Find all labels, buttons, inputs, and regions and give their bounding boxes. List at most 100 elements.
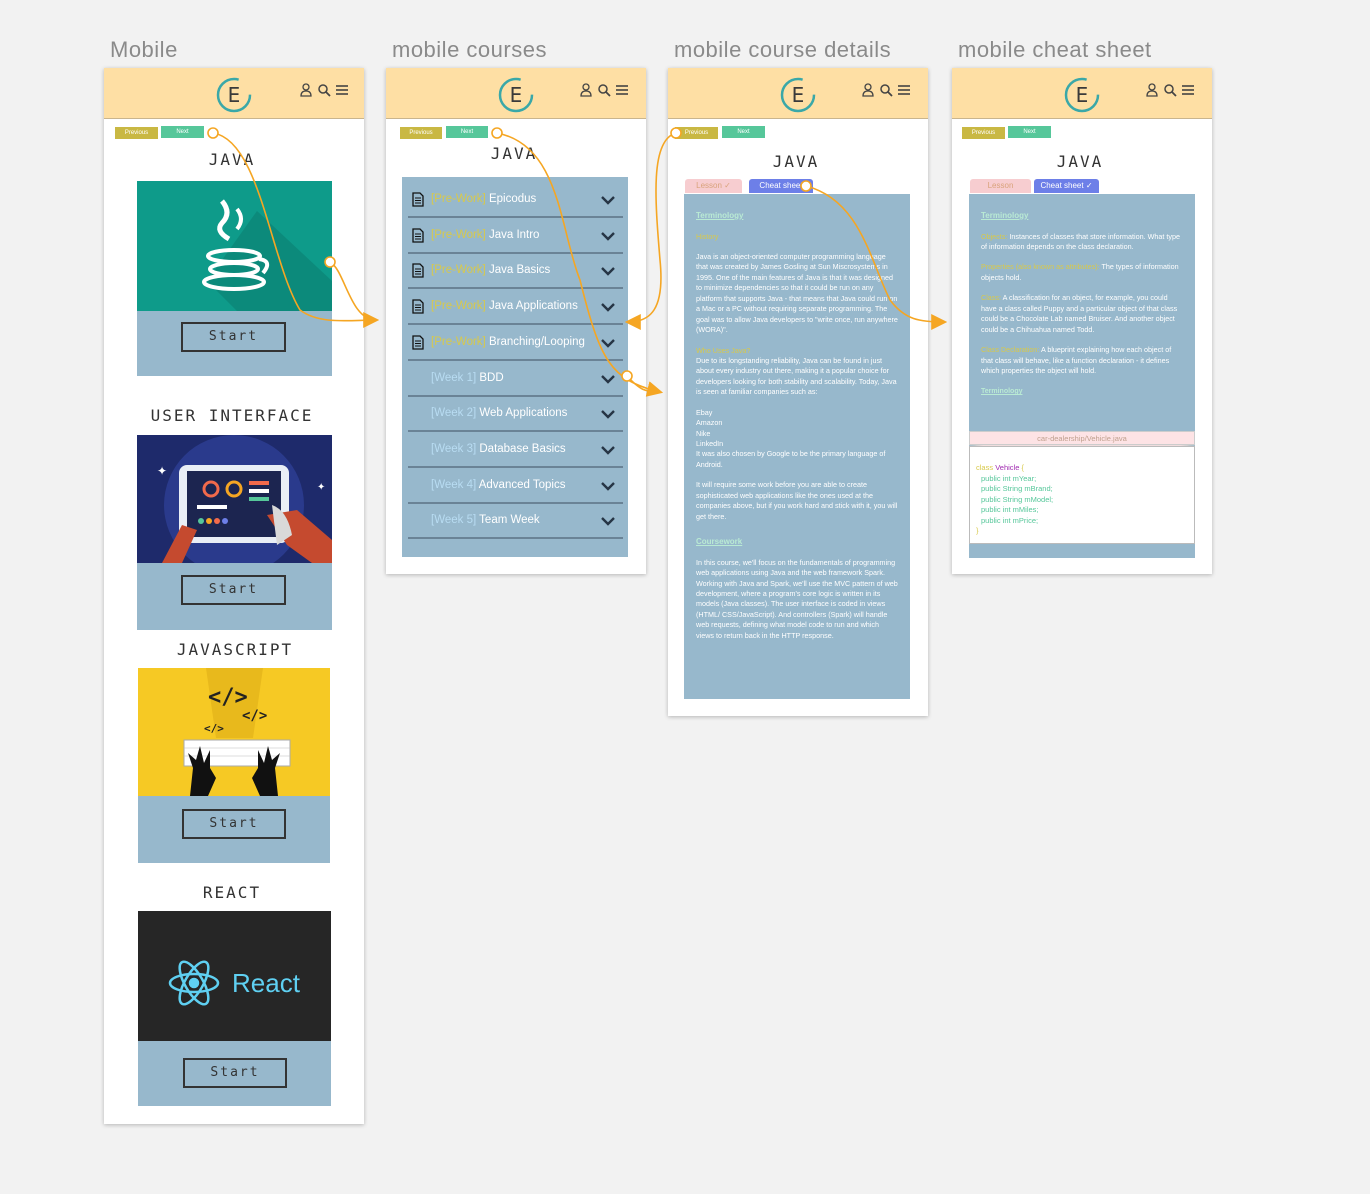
logo-icon[interactable]: E: [780, 77, 816, 113]
previous-button[interactable]: Previous: [400, 127, 442, 139]
user-icon[interactable]: [861, 83, 875, 97]
course-item-tag: [Week 1]: [431, 371, 477, 384]
tab-lesson[interactable]: Lesson ✓: [685, 179, 742, 193]
check-icon: ✓: [724, 181, 731, 190]
logo-icon[interactable]: E: [1064, 77, 1100, 113]
course-item-label: [Week 3] Database Basics: [431, 443, 566, 455]
code-file-header[interactable]: car-dealership/Vehicle.java: [969, 431, 1195, 445]
svg-text:</>: </>: [242, 708, 267, 724]
java-card-image[interactable]: [137, 181, 332, 311]
chevron-down-icon[interactable]: [601, 374, 615, 384]
ui-card-image[interactable]: ✦ ✦: [137, 435, 332, 563]
term-name: Objects:: [981, 231, 1008, 241]
lesson-content: Terminology History Java is an object-or…: [684, 194, 910, 699]
previous-button[interactable]: Previous: [115, 127, 158, 139]
chevron-down-icon[interactable]: [601, 446, 615, 455]
term-name: Class:: [981, 293, 1001, 303]
company-item: LinkedIn: [696, 439, 724, 449]
code-line: public String mBrand;: [981, 484, 1053, 493]
java-start-button[interactable]: Start: [181, 322, 286, 352]
artboard-details: E Previous Next JAVA Lesson ✓ Cheat shee…: [668, 68, 928, 716]
user-icon[interactable]: [1145, 83, 1159, 97]
course-item-name: Branching/Looping: [488, 335, 585, 348]
search-icon[interactable]: [317, 83, 331, 97]
course-item-tag: [Week 3]: [431, 442, 477, 455]
previous-button[interactable]: Previous: [675, 127, 718, 139]
svg-text:✦: ✦: [157, 464, 167, 478]
course-item-name: Web Applications: [479, 407, 568, 420]
check-icon: ✓: [1085, 181, 1093, 190]
chevron-down-icon[interactable]: [601, 410, 615, 419]
menu-icon[interactable]: [335, 83, 349, 97]
logo-icon[interactable]: E: [498, 77, 534, 113]
next-button[interactable]: Next: [446, 126, 488, 138]
coursework-text: In this course, we'll focus on the funda…: [696, 557, 898, 640]
course-item-tag: [Pre-Work]: [431, 228, 486, 241]
course-list-item[interactable]: [Week 1] BDD: [408, 362, 623, 397]
react-card-image[interactable]: React: [138, 911, 331, 1041]
course-list-item[interactable]: [Pre-Work] Java Applications: [408, 290, 623, 326]
course-list-item[interactable]: [Week 4] Advanced Topics: [408, 469, 623, 504]
document-icon: [412, 263, 424, 279]
course-list-item[interactable]: [Week 2] Web Applications: [408, 397, 623, 433]
course-item-tag: [Pre-Work]: [431, 264, 486, 277]
work-text: It will require some work before you are…: [696, 480, 898, 521]
code-line: public int mMiles;: [981, 505, 1039, 514]
terminology-link[interactable]: Terminology: [696, 211, 743, 220]
tab-cheat-sheet[interactable]: Cheat sheet: [749, 179, 813, 193]
course-list-item[interactable]: [Pre-Work] Java Intro: [408, 219, 623, 254]
tab-lesson[interactable]: Lesson: [970, 179, 1031, 193]
frame-title-cheatsheet: mobile cheat sheet: [958, 37, 1152, 62]
next-button[interactable]: Next: [161, 126, 204, 138]
previous-button[interactable]: Previous: [962, 127, 1005, 139]
term-item: Class Declaration: A blueprint explainin…: [981, 345, 1183, 376]
javascript-start-button[interactable]: Start: [182, 809, 286, 839]
frame-title-courses: mobile courses: [392, 37, 547, 62]
chevron-down-icon[interactable]: [601, 196, 615, 205]
chevron-down-icon[interactable]: [601, 303, 615, 312]
menu-icon[interactable]: [1181, 83, 1195, 97]
coursework-link[interactable]: Coursework: [696, 537, 742, 546]
chevron-down-icon[interactable]: [601, 338, 615, 348]
course-list: [Pre-Work] Epicodus [Pre-Work] Java Intro…: [402, 177, 628, 557]
card-title-react: REACT: [202, 883, 262, 902]
next-button[interactable]: Next: [722, 126, 765, 138]
terminology-link-2[interactable]: Terminology: [981, 388, 1022, 395]
course-list-item[interactable]: [Pre-Work] Java Basics: [408, 254, 623, 290]
ui-start-button[interactable]: Start: [181, 575, 286, 605]
code-class-name: Vehicle: [995, 463, 1020, 472]
search-icon[interactable]: [1163, 83, 1177, 97]
course-item-name: Database Basics: [479, 442, 566, 455]
course-list-item[interactable]: [Pre-Work] Epicodus: [408, 183, 623, 218]
logo-icon[interactable]: E: [216, 77, 252, 113]
course-list-item[interactable]: [Week 3] Database Basics: [408, 433, 623, 468]
react-start-button[interactable]: Start: [183, 1058, 287, 1088]
terminology-link[interactable]: Terminology: [981, 211, 1028, 220]
code-line: public int mYear;: [981, 473, 1037, 483]
search-icon[interactable]: [597, 83, 611, 97]
course-list-item[interactable]: [Pre-Work] Branching/Looping: [408, 326, 623, 361]
chevron-down-icon[interactable]: [601, 481, 615, 491]
course-list-item[interactable]: [Week 5] Team Week: [408, 504, 623, 540]
chevron-down-icon[interactable]: [601, 231, 615, 241]
app-header: E: [668, 68, 928, 119]
frame-title-mobile: Mobile: [110, 37, 178, 62]
menu-icon[interactable]: [615, 83, 629, 97]
card-title-user-interface: USER INTERFACE: [150, 406, 314, 425]
user-icon[interactable]: [579, 83, 593, 97]
course-item-name: Java Applications: [488, 300, 578, 313]
user-icon[interactable]: [299, 83, 313, 97]
document-icon: [412, 192, 424, 207]
tab-cheat-sheet[interactable]: Cheat sheet ✓: [1034, 179, 1099, 193]
course-item-tag: [Pre-Work]: [431, 300, 486, 313]
tab-label: Cheat sheet: [759, 181, 803, 190]
term-def: A classification for an object, for exam…: [981, 293, 1178, 334]
javascript-card-image[interactable]: </> </> </>: [138, 668, 330, 796]
chevron-down-icon[interactable]: [601, 517, 615, 526]
menu-icon[interactable]: [897, 83, 911, 97]
search-icon[interactable]: [879, 83, 893, 97]
next-button[interactable]: Next: [1008, 126, 1051, 138]
svg-text:E: E: [1076, 83, 1089, 107]
tab-label: Cheat sheet: [1040, 181, 1084, 190]
chevron-down-icon[interactable]: [601, 267, 615, 277]
